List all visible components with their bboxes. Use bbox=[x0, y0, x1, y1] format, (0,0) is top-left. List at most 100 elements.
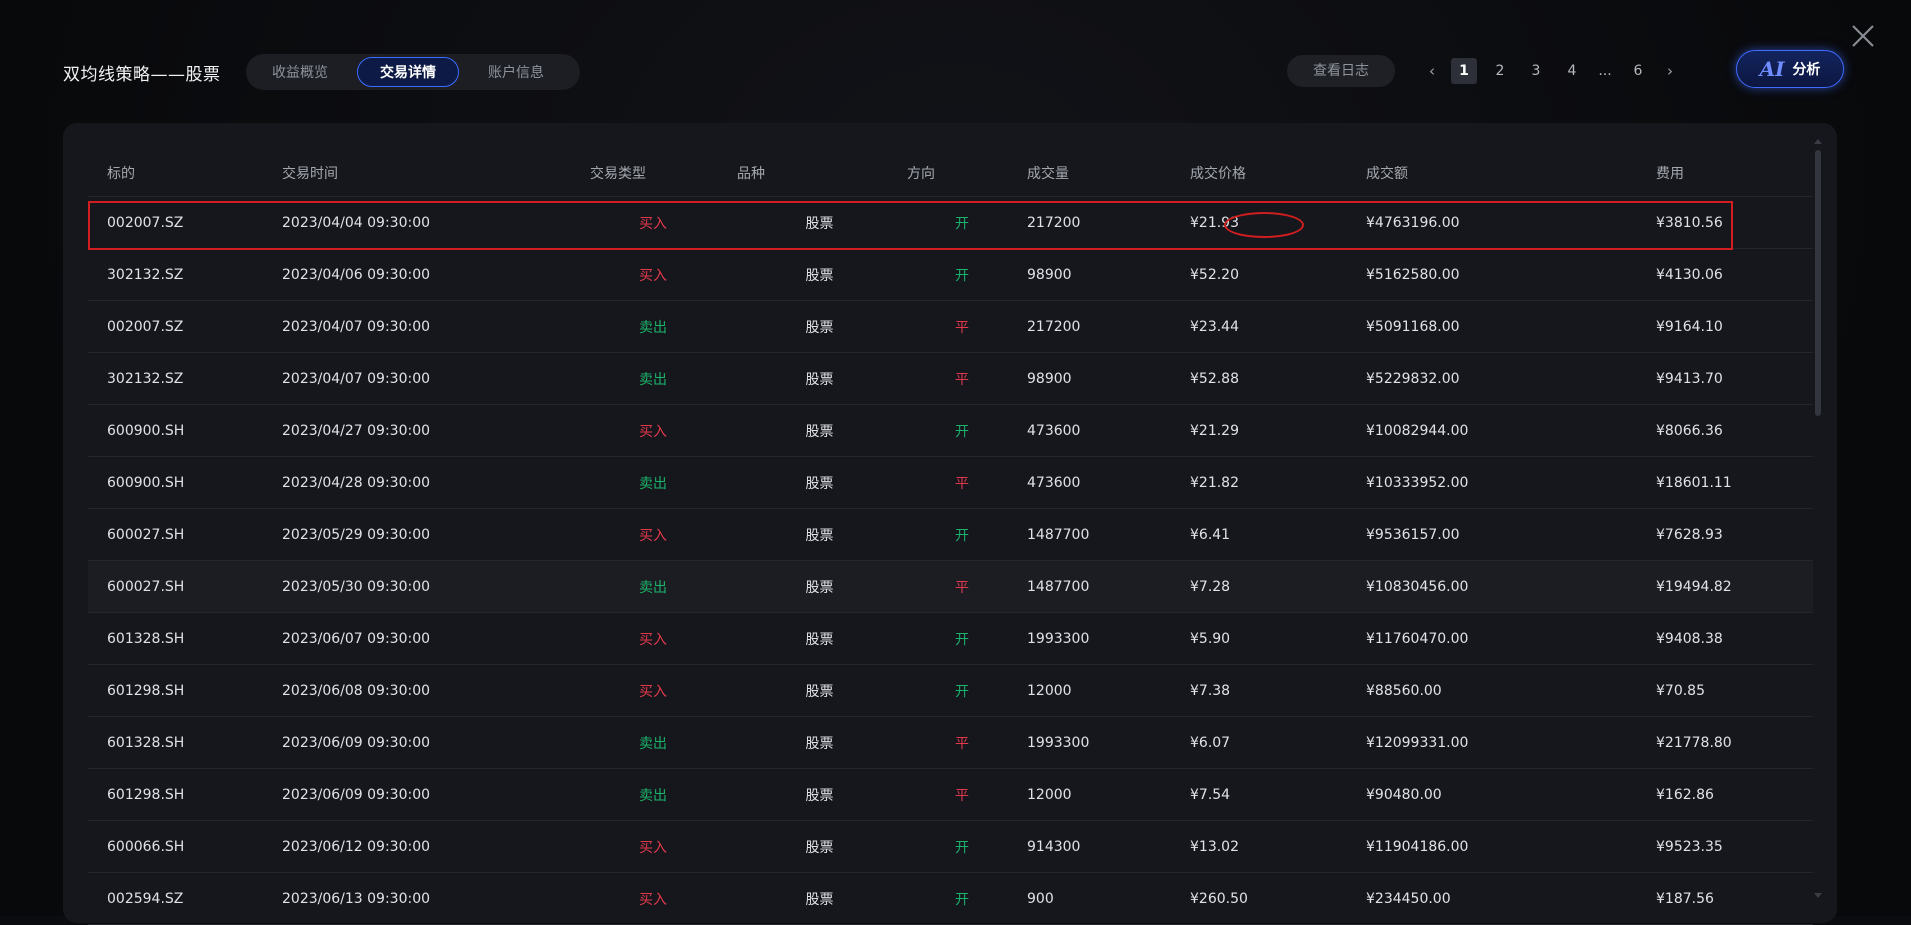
table-row[interactable]: 002007.SZ 2023/04/07 09:30:00 卖出 股票平 217200 ¥… bbox=[88, 300, 1813, 353]
cell-symbol: 601298.SH bbox=[88, 768, 282, 821]
table-row[interactable]: 002007.SZ 2023/04/04 09:30:00 买入 股票开 217200 ¥… bbox=[88, 196, 1813, 249]
tab-account-info[interactable]: 账户信息 bbox=[465, 57, 567, 87]
cell-volume: 98900 bbox=[1022, 352, 1190, 405]
table-header-row: 标的 交易时间 交易类型 品种 方向 成交量 成交价格 成交额 费用 bbox=[88, 150, 1813, 197]
cell-time: 2023/04/07 09:30:00 bbox=[282, 300, 569, 353]
pagination: ‹ 1 2 3 4 ... 6 › bbox=[1418, 57, 1684, 85]
cell-trade-type: 买入 bbox=[569, 508, 737, 561]
column-header-price[interactable]: 成交价格 bbox=[1190, 150, 1366, 197]
table-row[interactable]: 601298.SH 2023/06/08 09:30:00 买入 股票开 12000 ¥7… bbox=[88, 664, 1813, 717]
cell-kind: 股票 bbox=[737, 248, 902, 301]
page-button-4[interactable]: 4 bbox=[1559, 58, 1585, 84]
cell-price: ¥21.82 bbox=[1190, 456, 1366, 509]
cell-amount: ¥5229832.00 bbox=[1366, 352, 1598, 405]
cell-symbol: 601328.SH bbox=[88, 612, 282, 665]
cell-direction: 开 bbox=[902, 612, 1022, 665]
cell-trade-type: 买入 bbox=[569, 872, 737, 925]
cell-volume: 12000 bbox=[1022, 664, 1190, 717]
scroll-up-icon[interactable] bbox=[1814, 139, 1822, 144]
cell-volume: 217200 bbox=[1022, 196, 1190, 249]
cell-trade-type: 买入 bbox=[569, 196, 737, 249]
cell-price: ¥7.28 bbox=[1190, 560, 1366, 613]
cell-price: ¥21.29 bbox=[1190, 404, 1366, 457]
table-row[interactable]: 601328.SH 2023/06/09 09:30:00 卖出 股票平 1993300… bbox=[88, 716, 1813, 769]
cell-kind: 股票 bbox=[737, 664, 902, 717]
cell-fee: ¥187.56 bbox=[1598, 872, 1813, 925]
cell-trade-type: 买入 bbox=[569, 612, 737, 665]
cell-trade-type: 买入 bbox=[569, 404, 737, 457]
cell-symbol: 601328.SH bbox=[88, 716, 282, 769]
chevron-left-icon[interactable]: ‹ bbox=[1423, 58, 1441, 84]
cell-fee: ¥3810.56 bbox=[1598, 196, 1813, 249]
page-title: 双均线策略——股票 bbox=[63, 65, 221, 85]
cell-symbol: 600027.SH bbox=[88, 560, 282, 613]
cell-price: ¥6.07 bbox=[1190, 716, 1366, 769]
cell-volume: 473600 bbox=[1022, 404, 1190, 457]
cell-kind: 股票 bbox=[737, 300, 902, 353]
table-row[interactable]: 600066.SH 2023/06/12 09:30:00 买入 股票开 914300 ¥… bbox=[88, 820, 1813, 873]
cell-symbol: 600900.SH bbox=[88, 456, 282, 509]
cell-direction: 开 bbox=[902, 404, 1022, 457]
column-header-time[interactable]: 交易时间 bbox=[282, 150, 569, 197]
cell-fee: ¥7628.93 bbox=[1598, 508, 1813, 561]
chevron-right-icon[interactable]: › bbox=[1661, 58, 1679, 84]
cell-symbol: 302132.SZ bbox=[88, 248, 282, 301]
cell-price: ¥52.88 bbox=[1190, 352, 1366, 405]
cell-direction: 开 bbox=[902, 508, 1022, 561]
cell-price: ¥260.50 bbox=[1190, 872, 1366, 925]
table-row[interactable]: 302132.SZ 2023/04/06 09:30:00 买入 股票开 98900 ¥5… bbox=[88, 248, 1813, 301]
table-row[interactable]: 600027.SH 2023/05/29 09:30:00 买入 股票开 1487700… bbox=[88, 508, 1813, 561]
tab-trade-details[interactable]: 交易详情 bbox=[357, 57, 459, 87]
cell-fee: ¥9164.10 bbox=[1598, 300, 1813, 353]
close-button[interactable] bbox=[1849, 22, 1877, 50]
page-button-6[interactable]: 6 bbox=[1625, 58, 1651, 84]
cell-amount: ¥11904186.00 bbox=[1366, 820, 1598, 873]
table-row[interactable]: 002594.SZ 2023/06/13 09:30:00 买入 股票开 900 ¥260… bbox=[88, 872, 1813, 925]
page-button-2[interactable]: 2 bbox=[1487, 58, 1513, 84]
scrollbar-thumb[interactable] bbox=[1815, 150, 1821, 416]
table-row[interactable]: 302132.SZ 2023/04/07 09:30:00 卖出 股票平 98900 ¥5… bbox=[88, 352, 1813, 405]
ai-analysis-button[interactable]: AI 分析 bbox=[1736, 50, 1844, 88]
scroll-down-icon[interactable] bbox=[1814, 893, 1822, 898]
page-button-1[interactable]: 1 bbox=[1451, 58, 1477, 84]
cell-kind: 股票 bbox=[737, 404, 902, 457]
cell-direction: 开 bbox=[902, 248, 1022, 301]
cell-kind: 股票 bbox=[737, 560, 902, 613]
view-log-button[interactable]: 查看日志 bbox=[1287, 55, 1395, 87]
column-header-type[interactable]: 交易类型 bbox=[569, 150, 737, 197]
table-row[interactable]: 600027.SH 2023/05/30 09:30:00 卖出 股票平 1487700… bbox=[88, 560, 1813, 613]
cell-amount: ¥5162580.00 bbox=[1366, 248, 1598, 301]
tab-overview[interactable]: 收益概览 bbox=[249, 57, 351, 87]
table-row[interactable]: 600900.SH 2023/04/28 09:30:00 卖出 股票平 473600 ¥… bbox=[88, 456, 1813, 509]
cell-direction: 平 bbox=[902, 716, 1022, 769]
column-header-direction[interactable]: 方向 bbox=[902, 150, 1022, 197]
table-row[interactable]: 601328.SH 2023/06/07 09:30:00 买入 股票开 1993300… bbox=[88, 612, 1813, 665]
cell-direction: 平 bbox=[902, 300, 1022, 353]
cell-amount: ¥12099331.00 bbox=[1366, 716, 1598, 769]
cell-time: 2023/06/12 09:30:00 bbox=[282, 820, 569, 873]
cell-trade-type: 卖出 bbox=[569, 768, 737, 821]
column-header-symbol[interactable]: 标的 bbox=[88, 150, 282, 197]
cell-amount: ¥10333952.00 bbox=[1366, 456, 1598, 509]
cell-fee: ¥9413.70 bbox=[1598, 352, 1813, 405]
close-icon bbox=[1852, 25, 1874, 47]
cell-price: ¥7.54 bbox=[1190, 768, 1366, 821]
cell-time: 2023/06/07 09:30:00 bbox=[282, 612, 569, 665]
column-header-fee[interactable]: 费用 bbox=[1598, 150, 1813, 197]
table-row[interactable]: 601298.SH 2023/06/09 09:30:00 卖出 股票平 12000 ¥7… bbox=[88, 768, 1813, 821]
cell-symbol: 002594.SZ bbox=[88, 872, 282, 925]
cell-volume: 1993300 bbox=[1022, 612, 1190, 665]
cell-price: ¥52.20 bbox=[1190, 248, 1366, 301]
column-header-volume[interactable]: 成交量 bbox=[1022, 150, 1190, 197]
scrollbar[interactable] bbox=[1815, 150, 1821, 900]
cell-fee: ¥18601.11 bbox=[1598, 456, 1813, 509]
table-row[interactable]: 600900.SH 2023/04/27 09:30:00 买入 股票开 473600 ¥… bbox=[88, 404, 1813, 457]
cell-trade-type: 卖出 bbox=[569, 456, 737, 509]
column-header-kind[interactable]: 品种 bbox=[737, 150, 902, 197]
cell-direction: 开 bbox=[902, 664, 1022, 717]
cell-kind: 股票 bbox=[737, 872, 902, 925]
column-header-amount[interactable]: 成交额 bbox=[1366, 150, 1598, 197]
ai-analysis-label: 分析 bbox=[1792, 62, 1821, 78]
page-button-3[interactable]: 3 bbox=[1523, 58, 1549, 84]
cell-symbol: 002007.SZ bbox=[88, 196, 282, 249]
